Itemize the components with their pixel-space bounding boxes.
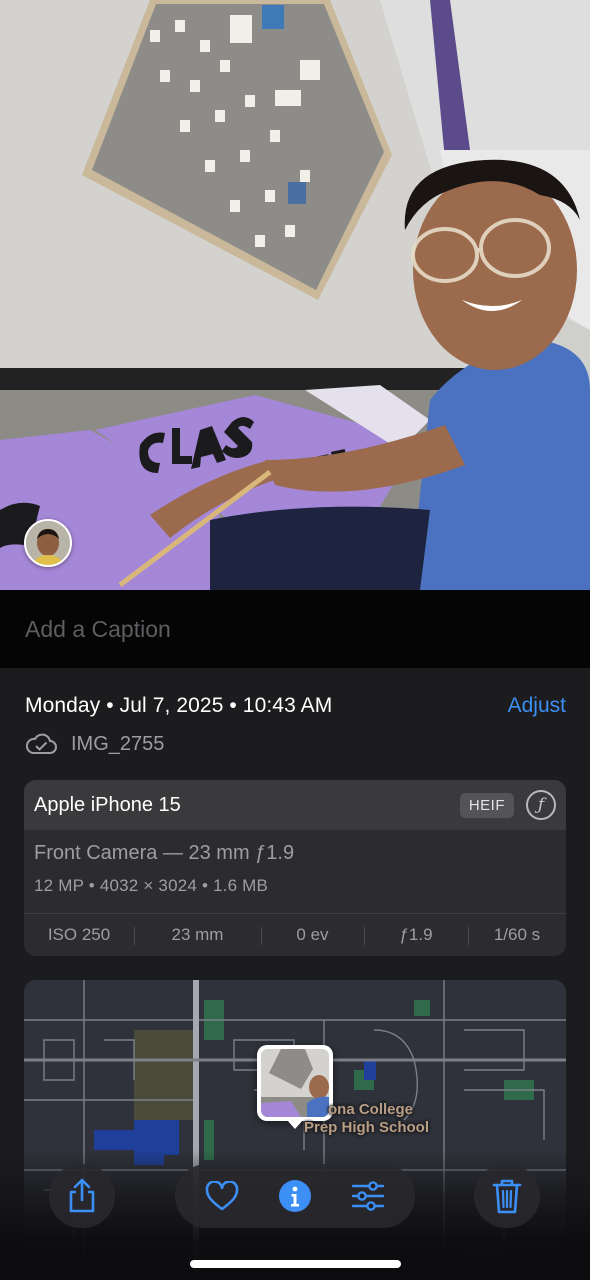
heart-icon — [205, 1181, 238, 1211]
home-indicator[interactable] — [190, 1260, 401, 1268]
photo-image — [0, 0, 590, 590]
adjust-date-button[interactable]: Adjust — [508, 694, 566, 718]
camera-info-card: Apple iPhone 15 HEIF ƒ Front Camera — 23… — [24, 780, 566, 956]
caption-field[interactable]: Add a Caption — [0, 590, 590, 668]
stat-aperture: ƒ1.9 — [364, 925, 468, 945]
delete-button[interactable] — [474, 1164, 540, 1228]
file-name: IMG_2755 — [71, 732, 165, 755]
person-face-icon — [26, 521, 70, 565]
stat-iso: ISO 250 — [47, 925, 111, 944]
trash-icon — [492, 1179, 522, 1214]
share-button[interactable] — [49, 1164, 115, 1228]
people-avatar[interactable] — [24, 519, 72, 567]
stat-shutter: 1/60 s — [468, 925, 566, 945]
info-button[interactable] — [273, 1174, 317, 1218]
file-info-row: IMG_2755 — [25, 730, 164, 758]
photo-location-pin[interactable] — [257, 1045, 333, 1129]
share-icon — [69, 1178, 95, 1213]
map-place-label: ona College Prep High School — [304, 1101, 430, 1136]
info-icon — [278, 1180, 311, 1212]
stat-focal-length: 23 mm — [134, 925, 261, 945]
photo-date: Monday • Jul 7, 2025 • 10:43 AM — [25, 694, 333, 717]
camera-card-header: Apple iPhone 15 HEIF ƒ — [24, 780, 566, 830]
exif-stats: ISO 250 23 mm 0 ev ƒ1.9 1/60 s — [24, 913, 566, 956]
caption-placeholder: Add a Caption — [25, 616, 171, 642]
stat-exposure: 0 ev — [261, 925, 364, 945]
lens-info: Front Camera — 23 mm ƒ1.9 — [34, 842, 295, 864]
pin-photo-thumbnail — [261, 1049, 329, 1117]
f-stop-icon: ƒ — [526, 790, 556, 820]
edit-button[interactable] — [346, 1174, 390, 1218]
device-name: Apple iPhone 15 — [34, 793, 181, 816]
icloud-check-icon — [25, 733, 57, 754]
format-badge: HEIF — [459, 792, 514, 818]
favorite-button[interactable] — [200, 1174, 244, 1218]
sliders-icon — [352, 1181, 385, 1211]
photo-viewer[interactable] — [0, 0, 590, 590]
toolbar-center-group — [175, 1164, 415, 1228]
image-specs: 12 MP • 4032 × 3024 • 1.6 MB — [34, 876, 269, 895]
